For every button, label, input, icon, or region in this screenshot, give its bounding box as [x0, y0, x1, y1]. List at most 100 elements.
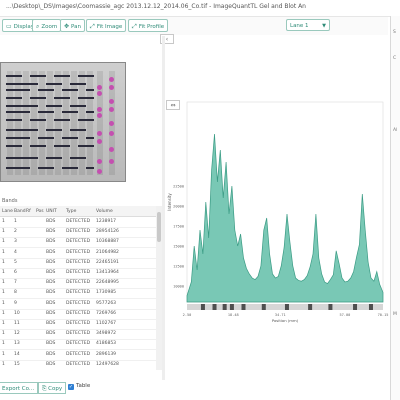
fit-image-label: Fit Image: [96, 24, 123, 30]
gel-band: [86, 145, 94, 147]
gel-lane[interactable]: [30, 71, 38, 175]
table-cell: 9577263: [96, 300, 117, 306]
gel-lane[interactable]: [70, 71, 78, 175]
y-tick-label: 12500: [173, 265, 184, 269]
export-label: Export Co...: [2, 386, 35, 392]
gel-lane[interactable]: [54, 71, 62, 175]
table-cell: BDS: [46, 249, 56, 255]
gel-band: [86, 111, 94, 113]
gel-band: [22, 105, 30, 107]
gel-band: [6, 145, 14, 147]
detected-band-marker: [109, 99, 114, 104]
gel-band: [6, 129, 14, 131]
gel-band: [78, 157, 86, 159]
gel-band: [38, 167, 46, 169]
table-cell: 3: [14, 239, 17, 245]
table-cell: BDS: [46, 310, 56, 316]
export-button[interactable]: Export Co...: [0, 382, 39, 394]
detected-band-marker: [97, 159, 102, 164]
table-cell: DETECTED: [66, 361, 91, 367]
detected-band-marker: [97, 139, 102, 144]
gel-lane[interactable]: [78, 71, 86, 175]
pan-button[interactable]: ✥ Pan: [60, 19, 85, 32]
gel-band: [14, 97, 22, 99]
display-icon: ▭: [6, 23, 12, 30]
density-band: [229, 304, 234, 310]
results-table[interactable]: Lane Band Rf Pos UNIT Type Volume 1 1 BDS DETECTE…: [0, 206, 156, 370]
lane-select[interactable]: Lane 1 ▼: [286, 19, 330, 31]
fit-profile-button[interactable]: ⤢ Fit Profile: [128, 19, 169, 32]
gel-lane[interactable]: [97, 71, 103, 175]
gel-band: [62, 119, 70, 121]
gel-band: [70, 105, 78, 107]
table-cell: 6: [14, 270, 17, 275]
y-axis-label: Intensity: [167, 193, 172, 211]
column-header[interactable]: Pos: [36, 209, 44, 214]
table-cell: 10368887: [96, 239, 119, 245]
gel-band: [22, 157, 30, 159]
gel-lane[interactable]: [62, 71, 70, 175]
table-cell: DETECTED: [66, 219, 91, 224]
table-cell: BDS: [46, 280, 56, 286]
intensity-profile-chart[interactable]: 10000 12500 15000 17500 20000 22500 Intensity 2…: [165, 96, 390, 328]
zoom-button[interactable]: ⌕ Zoom: [32, 19, 62, 32]
table-cell: 1: [2, 280, 5, 286]
table-cell: BDS: [46, 361, 56, 367]
gel-image-panel[interactable]: [0, 58, 130, 188]
copy-button[interactable]: ⎘ Copy: [38, 382, 67, 394]
table-cell: 2: [14, 229, 17, 235]
gel-band: [86, 119, 94, 121]
table-cell: BDS: [46, 331, 56, 337]
gel-band: [78, 83, 86, 85]
scrollbar-thumb[interactable]: [157, 212, 161, 242]
gel-band: [30, 129, 38, 131]
gel-lane[interactable]: [22, 71, 30, 175]
gel-band: [78, 97, 86, 99]
properties-panel-text: C: [393, 56, 397, 61]
x-axis-label: Position (mm): [272, 318, 299, 323]
chevron-down-icon: ▼: [322, 23, 326, 29]
gel-band: [6, 137, 14, 139]
detected-band-marker: [109, 159, 114, 164]
table-cell: 7: [14, 280, 17, 286]
column-header[interactable]: Band: [14, 209, 26, 214]
y-tick-label: 15000: [173, 245, 184, 249]
table-cell: BDS: [46, 321, 56, 326]
table-cell: 1: [2, 351, 5, 357]
gel-lane[interactable]: [86, 71, 94, 175]
fit-image-button[interactable]: ⤢ Fit Image: [86, 19, 127, 32]
gel-lane[interactable]: [109, 71, 115, 175]
column-header[interactable]: Volume: [96, 209, 113, 214]
density-band: [284, 304, 289, 310]
table-cell: 21064982: [96, 249, 119, 255]
gel-band: [30, 119, 38, 121]
detected-band-marker: [109, 85, 114, 90]
gel-lane[interactable]: [6, 71, 14, 175]
gel-band: [70, 83, 78, 85]
gel-lane[interactable]: [38, 71, 46, 175]
gel-band: [54, 75, 62, 77]
density-band: [212, 304, 217, 310]
table-checkbox[interactable]: ✓: [68, 384, 74, 390]
gel-band: [30, 145, 38, 147]
detected-band-marker: [109, 131, 114, 136]
table-cell: BDS: [46, 300, 56, 306]
table-cell: 5: [14, 259, 17, 265]
gel-band: [38, 75, 46, 77]
detected-band-marker: [97, 91, 102, 96]
column-header[interactable]: UNIT: [46, 209, 57, 214]
gel-lane[interactable]: [14, 71, 22, 175]
table-cell: 22465191: [96, 259, 119, 265]
gel-lane[interactable]: [46, 71, 54, 175]
gel-band: [6, 89, 14, 91]
column-header[interactable]: Rf: [26, 209, 31, 214]
column-header[interactable]: Type: [66, 209, 76, 214]
table-cell: DETECTED: [66, 331, 91, 337]
table-row[interactable]: 116BDSDETECTED9664754: [0, 369, 156, 370]
detected-band-marker: [109, 107, 114, 112]
table-cell: 1: [2, 270, 5, 275]
table-cell: 14: [14, 351, 20, 357]
gel-image[interactable]: [0, 62, 126, 182]
table-cell: DETECTED: [66, 259, 91, 265]
column-header[interactable]: Lane: [2, 209, 13, 214]
